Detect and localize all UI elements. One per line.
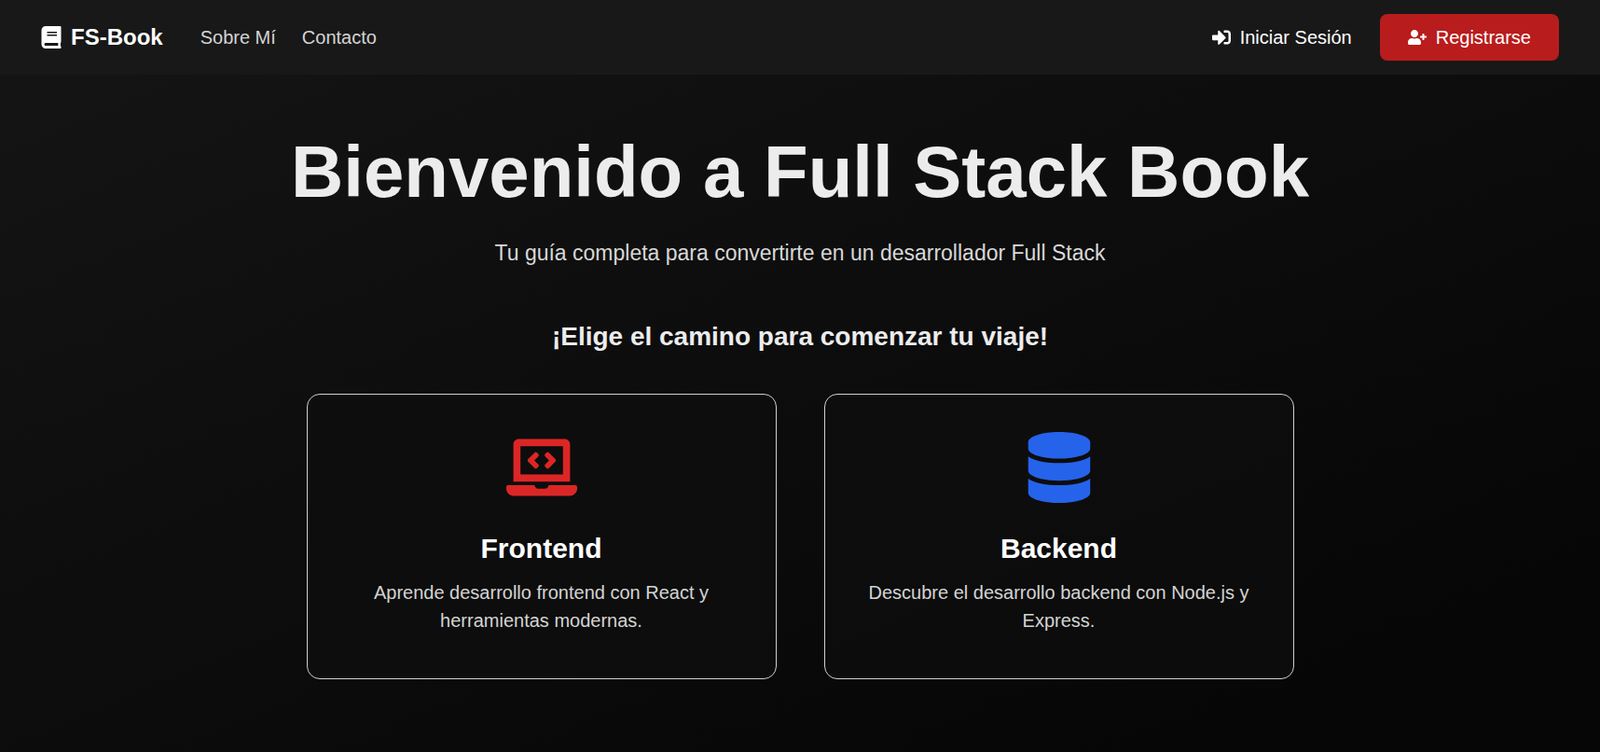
user-plus-icon: [1407, 27, 1427, 47]
page: FS-Book Sobre Mí Contacto Iniciar Sesión Reg…: [0, 0, 1600, 752]
book-icon: [41, 26, 62, 49]
card-description: Aprende desarrollo frontend con React y …: [344, 578, 739, 635]
navbar: FS-Book Sobre Mí Contacto Iniciar Sesión Reg…: [0, 0, 1600, 75]
hero-prompt: ¡Elige el camino para comenzar tu viaje!: [551, 317, 1049, 357]
hero-title: Bienvenido a Full Stack Book: [290, 132, 1310, 213]
laptop-code-icon: [506, 431, 578, 503]
hero: Bienvenido a Full Stack Book Tu guía comp…: [0, 74, 1600, 752]
database-icon: [1023, 431, 1095, 503]
nav-link[interactable]: Contacto: [302, 23, 377, 52]
path-card[interactable]: Frontend Aprende desarrollo frontend con …: [306, 393, 777, 679]
card-title: Backend: [1000, 526, 1118, 569]
path-card[interactable]: Backend Descubre el desarrollo backend co…: [824, 393, 1295, 679]
hero-subtitle: Tu guía completa para convertirte en un …: [495, 236, 1106, 270]
sign-in-icon: [1212, 27, 1231, 47]
login-button[interactable]: Iniciar Sesión: [1212, 23, 1352, 52]
register-button[interactable]: Registrarse: [1379, 13, 1559, 61]
brand[interactable]: FS-Book: [41, 20, 164, 55]
nav-link[interactable]: Sobre Mí: [200, 23, 276, 52]
card-description: Descubre el desarrollo backend con Node.…: [862, 578, 1256, 635]
card-title: Frontend: [481, 526, 603, 569]
